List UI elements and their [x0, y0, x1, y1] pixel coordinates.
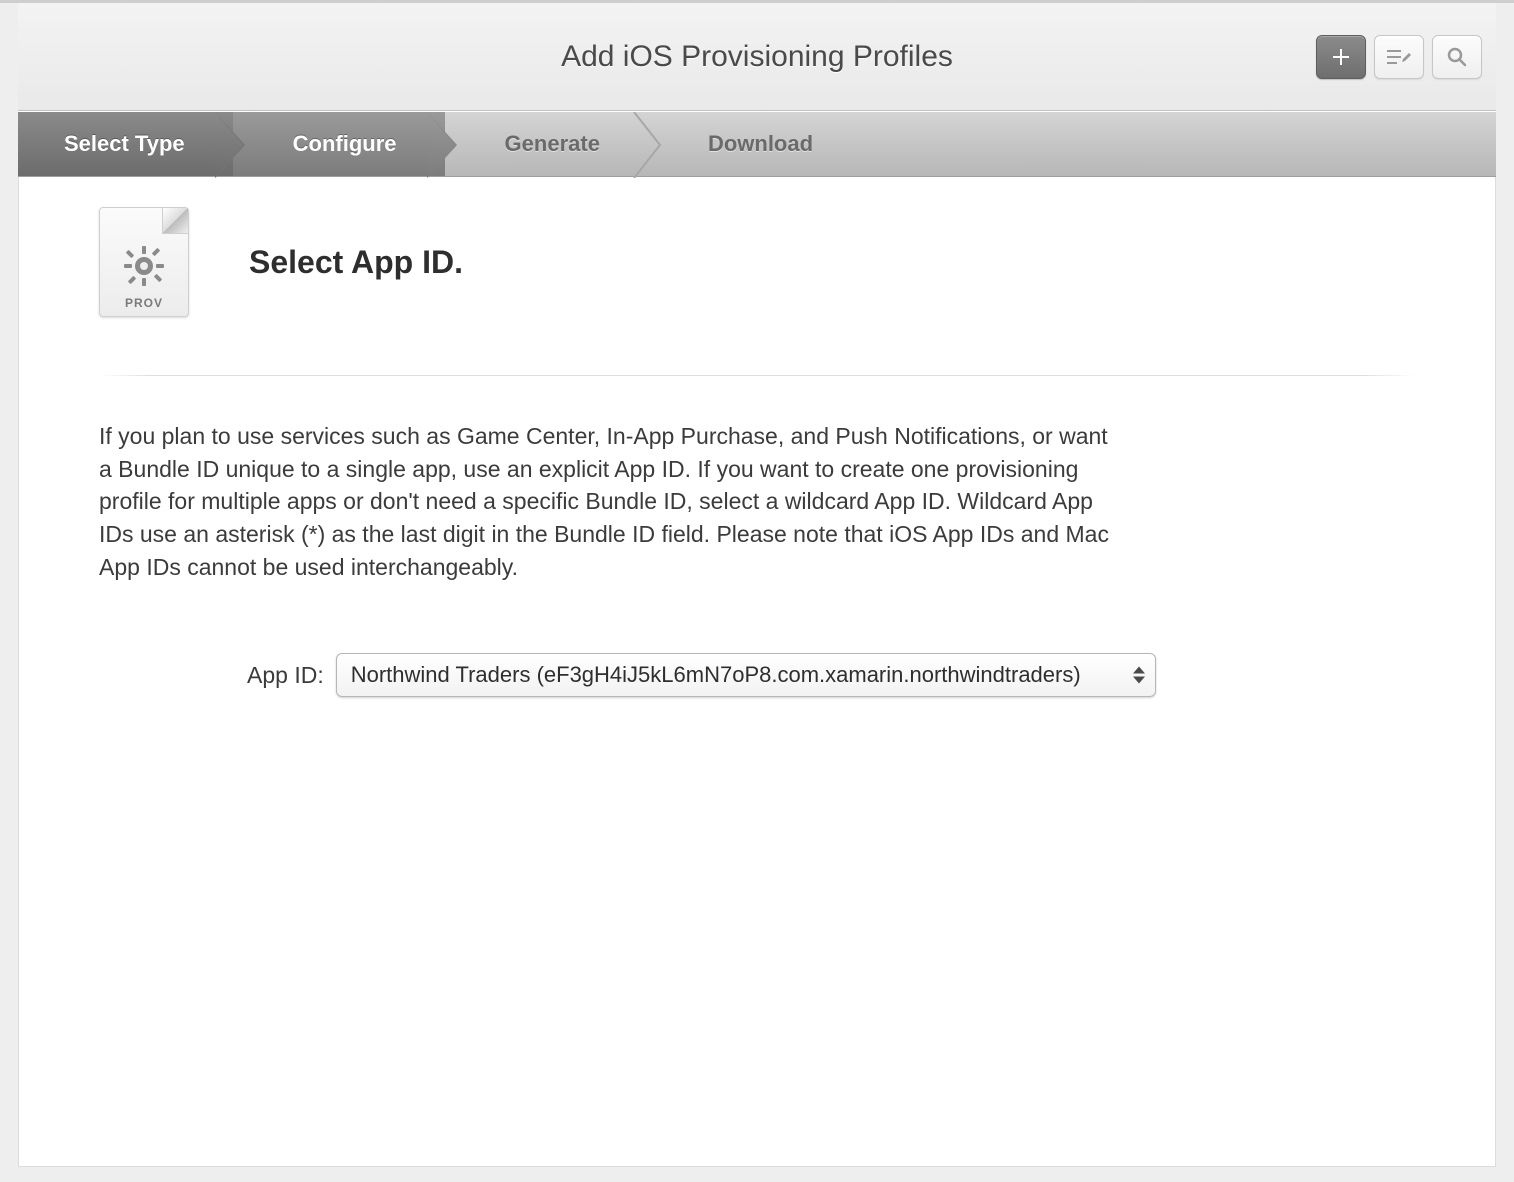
step-label: Select Type: [64, 131, 185, 157]
section-title: Select App ID.: [249, 244, 463, 281]
panel-header: Add iOS Provisioning Profiles: [18, 3, 1496, 111]
search-icon: [1446, 46, 1468, 68]
steps-bar: Select Type Configure Generate Download: [18, 111, 1496, 177]
app-id-field-row: App ID: Northwind Traders (eF3gH4iJ5kL6m…: [247, 653, 1415, 697]
step-label: Configure: [293, 131, 397, 157]
chevron-updown-icon: [1133, 667, 1145, 684]
content-area: PROV Select App ID. If you plan to use s…: [18, 177, 1496, 1167]
app-frame: Add iOS Provisioning Profiles: [0, 0, 1514, 1182]
gear-icon: [120, 242, 168, 290]
section-head: PROV Select App ID.: [99, 207, 1415, 317]
provisioning-file-icon: PROV: [99, 207, 189, 317]
search-button[interactable]: [1432, 35, 1482, 79]
header-buttons: [1316, 35, 1482, 79]
page-fold: [162, 208, 188, 234]
main-panel: Add iOS Provisioning Profiles: [18, 3, 1496, 1167]
page-title: Add iOS Provisioning Profiles: [561, 40, 953, 74]
step-select-type[interactable]: Select Type: [18, 112, 233, 176]
app-id-selected-value: Northwind Traders (eF3gH4iJ5kL6mN7oP8.co…: [351, 662, 1155, 688]
app-id-select[interactable]: Northwind Traders (eF3gH4iJ5kL6mN7oP8.co…: [336, 653, 1156, 697]
provisioning-file-label: PROV: [125, 296, 163, 310]
plus-icon: [1331, 47, 1351, 67]
step-label: Download: [708, 131, 813, 157]
divider: [99, 375, 1415, 376]
step-label: Generate: [505, 131, 600, 157]
step-configure[interactable]: Configure: [233, 112, 445, 176]
add-button[interactable]: [1316, 35, 1366, 79]
section-description: If you plan to use services such as Game…: [99, 420, 1119, 583]
app-id-label: App ID:: [247, 662, 324, 689]
edit-list-button[interactable]: [1374, 35, 1424, 79]
edit-list-icon: [1386, 47, 1412, 67]
step-download[interactable]: Download: [648, 112, 861, 176]
step-generate[interactable]: Generate: [445, 112, 648, 176]
